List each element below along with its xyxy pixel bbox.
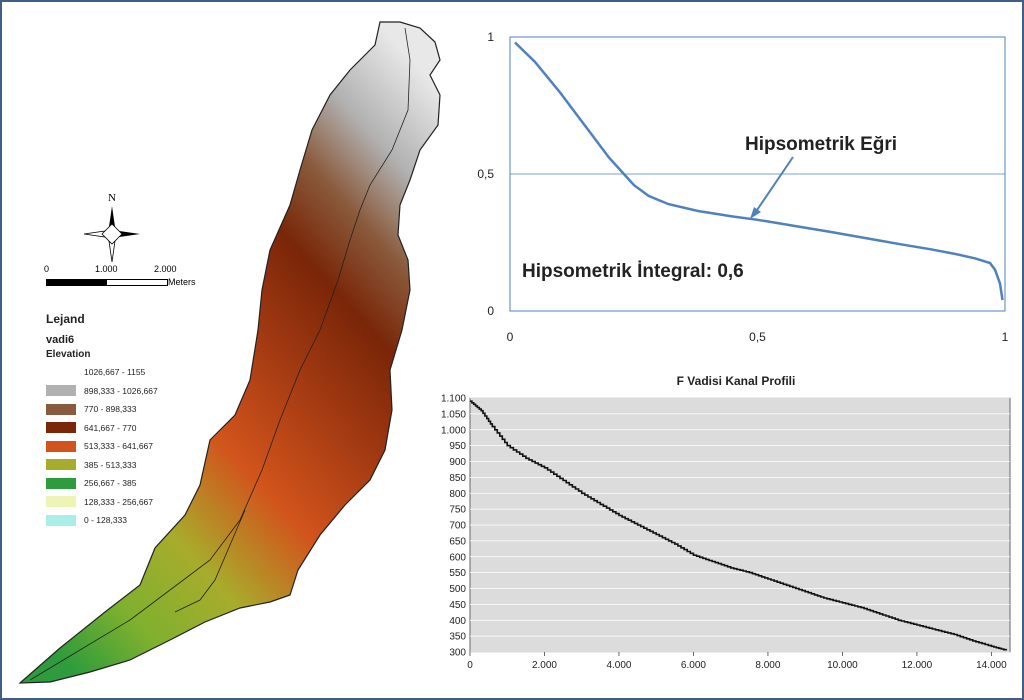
legend-item: 128,333 - 256,667: [46, 493, 226, 512]
legend-swatch: [46, 496, 76, 508]
legend-layer-name: vadi6: [46, 334, 75, 346]
profile-y-tick-label: 500: [449, 584, 466, 595]
profile-y-tick-label: 1.100: [441, 394, 466, 405]
legend-item: 1026,667 - 1155: [46, 363, 226, 382]
scale-tick-1: 1.000: [95, 264, 118, 274]
legend-swatch: [46, 440, 76, 452]
hypsometric-y-tick-label: 1: [487, 30, 494, 44]
profile-y-tick-label: 650: [449, 536, 466, 547]
profile-y-tick-label: 600: [449, 552, 466, 563]
hypsometric-y-tick-label: 0,5: [477, 167, 494, 181]
legend-label: 513,333 - 641,667: [84, 441, 154, 452]
scale-tick-0: 0: [44, 264, 50, 274]
hypsometric-x-tick-label: 1: [1002, 330, 1009, 344]
profile-y-tick-label: 850: [449, 473, 466, 484]
scale-segment-black: [46, 279, 108, 286]
legend-swatch: [46, 514, 76, 526]
profile-y-tick-label: 950: [449, 441, 466, 452]
legend-item: 898,333 - 1026,667: [46, 382, 226, 401]
scale-segment-white: [106, 279, 168, 286]
profile-y-tick-label: 700: [449, 521, 466, 532]
legend-item: 385 - 513,333: [46, 456, 226, 475]
profile-x-tick-label: 10.000: [827, 660, 858, 671]
legend-label: 1026,667 - 1155: [84, 367, 146, 378]
legend-label: 385 - 513,333: [84, 459, 137, 470]
north-arrow: N: [80, 190, 144, 269]
profile-y-tick-label: 900: [449, 457, 466, 468]
legend-swatch: [46, 403, 76, 415]
map-legend: Lejand vadi6 Elevation 1026,667 - 1155 89…: [46, 312, 226, 530]
profile-y-tick-label: 450: [449, 600, 466, 611]
legend-label: 128,333 - 256,667: [84, 496, 154, 507]
hypsometric-curve-annotation: Hipsometrik Eğri: [745, 134, 897, 155]
legend-swatch: [46, 422, 76, 434]
legend-item: 256,667 - 385: [46, 474, 226, 493]
compass-rose-icon: [83, 206, 140, 263]
profile-y-tick-label: 300: [449, 648, 466, 659]
legend-item: 513,333 - 641,667: [46, 437, 226, 456]
profile-y-tick-label: 550: [449, 568, 466, 579]
hypsometric-y-tick-label: 0: [487, 304, 494, 318]
legend-swatch: [46, 366, 76, 378]
hypsometric-x-tick-label: 0: [507, 330, 514, 344]
profile-y-tick-label: 750: [449, 505, 466, 516]
scale-bar: 0 1.000 2.000 Meters: [40, 264, 220, 294]
profile-x-tick-label: 6.000: [681, 660, 706, 671]
hypsometric-integral-annotation: Hipsometrik İntegral: 0,6: [522, 261, 744, 282]
profile-y-tick-label: 350: [449, 632, 466, 643]
legend-swatch: [46, 385, 76, 397]
profile-y-tick-label: 1.050: [441, 409, 466, 420]
profile-x-tick-label: 0: [467, 660, 473, 671]
legend-label: 256,667 - 385: [84, 478, 137, 489]
profile-chart-title: F Vadisi Kanal Profili: [677, 374, 796, 388]
profile-x-tick-label: 12.000: [902, 660, 933, 671]
profile-y-tick-label: 1.000: [441, 425, 466, 436]
profile-x-tick-label: 14.000: [976, 660, 1007, 671]
legend-swatch: [46, 459, 76, 471]
legend-label: 0 - 128,333: [84, 515, 128, 526]
hypsometric-x-tick-label: 0,5: [749, 330, 766, 344]
scale-unit: Meters: [168, 277, 196, 287]
legend-item: 770 - 898,333: [46, 400, 226, 419]
north-label: N: [108, 192, 116, 204]
legend-swatch: [46, 477, 76, 489]
profile-x-tick-label: 2.000: [532, 660, 557, 671]
profile-y-tick-label: 800: [449, 489, 466, 500]
scale-tick-2: 2.000: [154, 264, 177, 274]
channel-profile-chart: F Vadisi Kanal Profili 1.100 1.050 1.000 95…: [441, 374, 1011, 671]
legend-label: 898,333 - 1026,667: [84, 385, 158, 396]
legend-title: Lejand: [46, 312, 85, 326]
profile-x-tick-label: 8.000: [755, 660, 780, 671]
legend-item: 0 - 128,333: [46, 511, 226, 530]
profile-x-tick-label: 4.000: [606, 660, 631, 671]
profile-y-tick-label: 400: [449, 616, 466, 627]
legend-item: 641,667 - 770: [46, 419, 226, 438]
legend-field-name: Elevation: [46, 349, 91, 360]
legend-label: 641,667 - 770: [84, 422, 137, 433]
hypsometric-chart: 0 0,5 1 0 0,5 1 Hipsometrik Eğri Hipsometrik…: [477, 30, 1009, 344]
legend-label: 770 - 898,333: [84, 404, 137, 415]
